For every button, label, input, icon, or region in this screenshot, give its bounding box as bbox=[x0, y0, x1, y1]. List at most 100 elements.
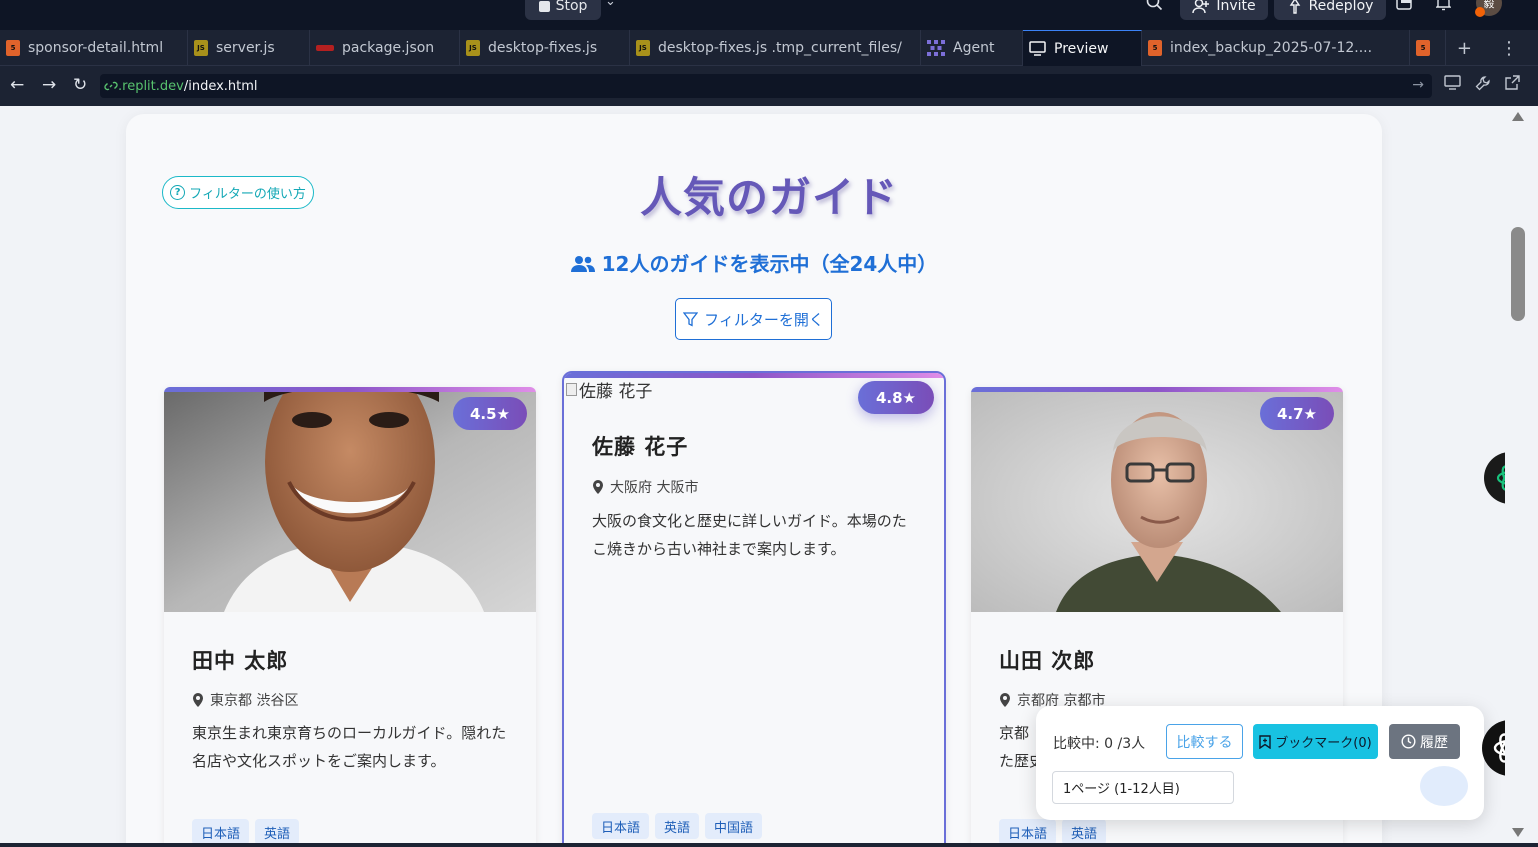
history-button[interactable]: 履歴 bbox=[1389, 724, 1460, 759]
reload-icon[interactable]: ↻ bbox=[73, 75, 87, 95]
preview-scrollbar[interactable] bbox=[1505, 106, 1538, 847]
guide-description: 東京生まれ東京育ちのローカルガイド。隠れた名店や文化スポットをご案内します。 bbox=[192, 724, 507, 770]
open-filter-button[interactable]: フィルターを開く bbox=[675, 298, 832, 340]
agent-icon bbox=[927, 40, 945, 56]
map-pin-icon bbox=[1000, 693, 1010, 707]
tab-package-json[interactable]: package.json bbox=[310, 30, 460, 66]
invite-label: Invite bbox=[1216, 0, 1256, 14]
page-title: 人気のガイド bbox=[639, 173, 898, 222]
tab-server-js[interactable]: JS server.js bbox=[188, 30, 310, 66]
tab-preview[interactable]: Preview bbox=[1023, 30, 1142, 66]
stop-button[interactable]: Stop bbox=[525, 0, 601, 20]
guide-card[interactable]: 4.5★ 田中 太郎 東京都 渋谷区 東京生まれ東京育ちのローカルガイド。隠れた… bbox=[164, 387, 536, 847]
stop-icon bbox=[538, 0, 550, 12]
new-tab-icon[interactable]: + bbox=[1457, 38, 1472, 59]
scroll-up-arrow-icon[interactable] bbox=[1512, 112, 1524, 121]
invite-button[interactable]: Invite bbox=[1180, 0, 1268, 20]
bell-icon[interactable] bbox=[1435, 0, 1452, 15]
language-tag: 英語 bbox=[255, 819, 300, 845]
scroll-down-arrow-icon[interactable] bbox=[1512, 828, 1524, 837]
floating-glow bbox=[1420, 766, 1468, 806]
tab-label: Agent bbox=[953, 40, 995, 56]
language-tag: 日本語 bbox=[999, 819, 1057, 845]
rating-badge: 4.8★ bbox=[858, 381, 934, 414]
rating-badge: 4.5★ bbox=[453, 397, 527, 430]
go-arrow-icon[interactable]: → bbox=[1412, 77, 1424, 93]
tab-desktop-fixes[interactable]: JS desktop-fixes.js bbox=[460, 30, 630, 66]
device-icon[interactable] bbox=[1444, 75, 1461, 90]
status-dot bbox=[1475, 7, 1485, 17]
language-tag: 英語 bbox=[1062, 819, 1107, 845]
back-arrow-icon[interactable]: ← bbox=[10, 75, 24, 95]
wrench-icon[interactable] bbox=[1475, 75, 1491, 91]
chevron-down-icon[interactable]: ⌄ bbox=[605, 0, 616, 9]
guide-count: 12人のガイドを表示中（全24人中） bbox=[0, 248, 1508, 277]
bookmark-label: ブックマーク(0) bbox=[1275, 736, 1372, 751]
redeploy-label: Redeploy bbox=[1308, 0, 1374, 14]
preview-url-bar: ← → ↻ .replit.dev/index.html → bbox=[0, 66, 1538, 106]
url-input[interactable]: .replit.dev/index.html → bbox=[100, 74, 1432, 98]
add-user-icon bbox=[1192, 0, 1210, 14]
extensions-icon[interactable] bbox=[1396, 0, 1412, 14]
guide-description: 大阪の食文化と歴史に詳しいガイド。本場のたこ焼きから古い神社まで案内します。 bbox=[592, 512, 907, 558]
language-tags: 日本語 英語 bbox=[192, 819, 300, 845]
tab-label: index_backup_2025-07-12.... bbox=[1170, 40, 1373, 56]
redeploy-button[interactable]: Redeploy bbox=[1274, 0, 1386, 20]
scrollbar-thumb[interactable] bbox=[1511, 227, 1525, 321]
avatar-initials: 毅 bbox=[1483, 0, 1495, 10]
tab-label: Preview bbox=[1054, 40, 1109, 57]
clock-icon bbox=[1401, 734, 1416, 749]
broken-image-icon bbox=[566, 383, 577, 396]
language-tags: 日本語 英語 中国語 bbox=[592, 813, 763, 839]
tab-desktop-fixes-tmp[interactable]: JS desktop-fixes.js .tmp_current_files/ bbox=[630, 30, 921, 66]
image-alt-text: 佐藤 花子 bbox=[579, 382, 653, 402]
compare-panel: 比較中: 0 /3人 比較する ブックマーク(0) 履歴 1ページ (1-12人… bbox=[1036, 706, 1484, 820]
tab-label: desktop-fixes.js bbox=[488, 40, 598, 56]
editor-tab-bar: 5 sponsor-detail.html JS server.js packa… bbox=[0, 30, 1538, 66]
language-tags: 日本語 英語 bbox=[999, 819, 1107, 845]
js-file-icon: JS bbox=[636, 40, 650, 56]
url-tools bbox=[1444, 75, 1520, 91]
language-tag: 中国語 bbox=[705, 813, 763, 839]
url-path: /index.html bbox=[183, 78, 258, 94]
guide-location: 東京都 渋谷区 bbox=[192, 690, 298, 710]
compare-count: 比較中: 0 /3人 bbox=[1053, 736, 1146, 752]
guide-name[interactable]: 山田 次郎 bbox=[999, 645, 1095, 675]
funnel-icon bbox=[683, 311, 699, 327]
preview-frame: ? フィルターの使い方 人気のガイド 12人のガイドを表示中（全24人中） フィ… bbox=[0, 106, 1538, 847]
guide-card-highlighted[interactable]: 佐藤 花子 4.8★ 佐藤 花子 大阪府 大阪市 大阪の食文化と歴史に詳しいガイ… bbox=[562, 371, 946, 847]
guide-count-label: 12人のガイドを表示中（全24人中） bbox=[601, 252, 938, 276]
guide-location: 大阪府 大阪市 bbox=[592, 477, 698, 497]
page-select[interactable]: 1ページ (1-12人目) bbox=[1052, 771, 1234, 804]
guide-name[interactable]: 田中 太郎 bbox=[192, 645, 288, 675]
map-pin-icon bbox=[593, 480, 603, 494]
forward-arrow-icon[interactable]: → bbox=[42, 75, 56, 95]
language-tag: 英語 bbox=[655, 813, 700, 839]
html-file-icon: 5 bbox=[1416, 40, 1430, 56]
tab-sponsor-detail[interactable]: 5 sponsor-detail.html bbox=[0, 30, 188, 66]
broken-image: 佐藤 花子 bbox=[566, 377, 652, 402]
guide-name[interactable]: 佐藤 花子 bbox=[592, 431, 688, 461]
tab-tools: + ⋮ bbox=[1457, 30, 1538, 66]
open-filter-label: フィルターを開く bbox=[704, 310, 824, 329]
deploy-icon bbox=[1289, 0, 1300, 14]
url-host: .replit.dev bbox=[118, 78, 184, 94]
html-file-icon: 5 bbox=[1148, 40, 1162, 56]
external-link-icon[interactable] bbox=[1505, 75, 1520, 90]
tab-agent[interactable]: Agent bbox=[921, 30, 1023, 66]
bookmark-button[interactable]: ブックマーク(0) bbox=[1253, 724, 1378, 759]
tab-index-backup[interactable]: 5 index_backup_2025-07-12.... bbox=[1142, 30, 1410, 66]
users-icon bbox=[570, 256, 595, 272]
compare-button[interactable]: 比較する bbox=[1166, 724, 1243, 759]
npm-file-icon bbox=[316, 45, 334, 51]
more-vertical-icon[interactable]: ⋮ bbox=[1500, 38, 1518, 59]
bookmark-icon bbox=[1259, 734, 1271, 749]
stop-label: Stop bbox=[555, 0, 588, 14]
tab-html-overflow[interactable]: 5 bbox=[1410, 30, 1446, 66]
tab-label: package.json bbox=[342, 40, 435, 56]
replit-topbar: Stop ⌄ Invite Redeploy 毅 bbox=[0, 0, 1538, 30]
language-tag: 日本語 bbox=[192, 819, 250, 845]
guide-location-label: 東京都 渋谷区 bbox=[210, 693, 299, 709]
search-icon[interactable] bbox=[1146, 0, 1163, 15]
tab-label: server.js bbox=[216, 40, 275, 56]
